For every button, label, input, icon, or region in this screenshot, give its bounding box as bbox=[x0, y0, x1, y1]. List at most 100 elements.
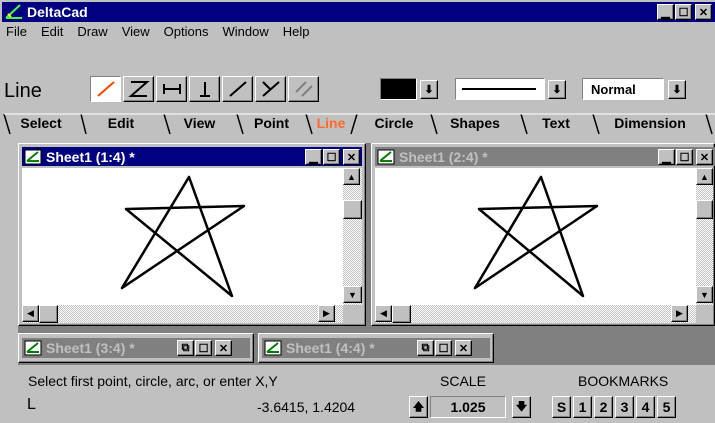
minimize-button[interactable]: ▁ bbox=[657, 4, 674, 20]
deltacad-logo-icon bbox=[5, 4, 22, 19]
scroll-thumb[interactable] bbox=[696, 200, 713, 219]
parallel-line-icon bbox=[294, 81, 313, 97]
angled-line-icon bbox=[228, 81, 247, 97]
menu-options[interactable]: Options bbox=[164, 24, 209, 42]
solid-line-icon bbox=[462, 88, 536, 90]
scroll-up-icon[interactable]: ▲ bbox=[696, 168, 713, 185]
scroll-down-icon[interactable]: ▼ bbox=[696, 286, 713, 303]
sheet4-title: Sheet1 (4:4) * bbox=[286, 340, 375, 356]
star-drawing bbox=[473, 175, 599, 298]
menu-window[interactable]: Window bbox=[222, 24, 268, 42]
scale-value-field[interactable]: 1.025 bbox=[430, 396, 506, 418]
sheet-document-icon bbox=[377, 149, 395, 164]
color-swatch[interactable] bbox=[380, 78, 417, 100]
minimized-sheet-4[interactable]: Sheet1 (4:4) * ⧉ ☐ ✕ bbox=[258, 333, 494, 363]
line-segment-icon bbox=[96, 81, 115, 97]
scroll-up-icon[interactable]: ▲ bbox=[343, 168, 360, 185]
sheet4-close-button[interactable]: ✕ bbox=[455, 340, 472, 356]
scroll-thumb[interactable] bbox=[39, 305, 58, 323]
vertical-line-icon bbox=[199, 82, 210, 97]
minimized-sheet-3[interactable]: Sheet1 (3:4) * ⧉ ☐ ✕ bbox=[18, 333, 254, 363]
menu-bar: File Edit Draw View Options Window Help bbox=[6, 24, 323, 42]
sheet4-restore-button[interactable]: ⧉ bbox=[417, 340, 434, 356]
bookmarks-label: BOOKMARKS bbox=[578, 373, 669, 389]
scroll-down-icon[interactable]: ▼ bbox=[343, 286, 362, 303]
bookmark-1-button[interactable]: 1 bbox=[573, 396, 592, 418]
app-titlebar: DeltaCad bbox=[2, 2, 715, 22]
line-style-field[interactable]: Normal bbox=[582, 78, 664, 100]
sheet3-restore-button[interactable]: ⧉ bbox=[177, 340, 194, 356]
sheet1-close-button[interactable]: ✕ bbox=[343, 149, 360, 165]
scale-value: 1.025 bbox=[450, 399, 486, 415]
sheet2-vertical-scrollbar[interactable]: ▲ ▼ bbox=[696, 168, 713, 305]
sheet-document-icon bbox=[24, 149, 42, 164]
color-dropdown-button[interactable]: ⬇ bbox=[420, 80, 438, 99]
sheet1-horizontal-scrollbar[interactable]: ◀ ▶ bbox=[22, 305, 343, 323]
sheet-window-1: Sheet1 (1:4) * ▁ ☐ ✕ ▲ ▼ ◀ ▶ bbox=[18, 143, 366, 326]
bookmark-set-button[interactable]: S bbox=[552, 396, 571, 418]
cursor-mark: L bbox=[27, 396, 36, 413]
sheet1-canvas[interactable] bbox=[22, 168, 343, 305]
scale-label: SCALE bbox=[440, 373, 486, 389]
tool-two-point-line[interactable] bbox=[90, 76, 121, 102]
menu-view[interactable]: View bbox=[122, 24, 150, 42]
sheet3-title: Sheet1 (3:4) * bbox=[46, 340, 135, 356]
tool-polyline[interactable] bbox=[123, 76, 154, 102]
line-type-dropdown-button[interactable]: ⬇ bbox=[548, 80, 566, 99]
perpendicular-line-icon bbox=[261, 81, 280, 97]
tool-angled-line[interactable] bbox=[222, 76, 253, 102]
mode-label: Line bbox=[4, 80, 42, 102]
scroll-left-icon[interactable]: ◀ bbox=[22, 305, 39, 322]
sheet3-close-button[interactable]: ✕ bbox=[215, 340, 232, 356]
sheet2-horizontal-scrollbar[interactable]: ◀ ▶ bbox=[375, 305, 696, 323]
scroll-thumb[interactable] bbox=[392, 305, 411, 323]
tool-vertical-line[interactable] bbox=[189, 76, 220, 102]
tab-strip: Select Edit View Point Line Circle Shape… bbox=[2, 110, 715, 138]
bookmark-5-button[interactable]: 5 bbox=[657, 396, 676, 418]
menu-file[interactable]: File bbox=[6, 24, 27, 42]
tool-perpendicular-line[interactable] bbox=[255, 76, 286, 102]
app-title: DeltaCad bbox=[27, 4, 88, 20]
scale-down-button[interactable]: 🡇 bbox=[512, 396, 531, 418]
tool-horizontal-line[interactable] bbox=[156, 76, 187, 102]
sheet2-title: Sheet1 (2:4) * bbox=[399, 148, 488, 165]
maximize-button[interactable]: ☐ bbox=[675, 4, 692, 20]
line-tools bbox=[90, 76, 319, 102]
status-prompt: Select first point, circle, arc, or ente… bbox=[28, 373, 278, 389]
scroll-thumb[interactable] bbox=[343, 200, 362, 219]
tool-parallel-line[interactable] bbox=[288, 76, 319, 102]
horizontal-line-icon bbox=[162, 84, 181, 94]
scroll-right-icon[interactable]: ▶ bbox=[671, 305, 688, 322]
sheet-document-icon bbox=[24, 340, 42, 356]
size-grip-icon[interactable] bbox=[343, 305, 362, 323]
sheet3-maximize-button[interactable]: ☐ bbox=[195, 340, 212, 356]
sheet-document-icon bbox=[264, 340, 282, 356]
bookmark-4-button[interactable]: 4 bbox=[636, 396, 655, 418]
menu-edit[interactable]: Edit bbox=[41, 24, 63, 42]
bookmark-3-button[interactable]: 3 bbox=[615, 396, 634, 418]
menu-help[interactable]: Help bbox=[283, 24, 310, 42]
sheet4-maximize-button[interactable]: ☐ bbox=[435, 340, 452, 356]
sheet2-close-button[interactable]: ✕ bbox=[696, 149, 713, 165]
sheet1-minimize-button[interactable]: ▁ bbox=[305, 149, 322, 165]
sheet1-title: Sheet1 (1:4) * bbox=[46, 148, 135, 165]
sheet2-minimize-button[interactable]: ▁ bbox=[658, 149, 675, 165]
sheet-window-2: Sheet1 (2:4) * ▁ ☐ ✕ ▲ ▼ ◀ ▶ bbox=[371, 143, 715, 326]
line-style-value: Normal bbox=[591, 81, 636, 97]
close-button[interactable]: ✕ bbox=[695, 4, 712, 20]
scroll-right-icon[interactable]: ▶ bbox=[318, 305, 335, 322]
sheet1-maximize-button[interactable]: ☐ bbox=[323, 149, 340, 165]
line-style-dropdown-button[interactable]: ⬇ bbox=[668, 80, 686, 99]
scroll-left-icon[interactable]: ◀ bbox=[375, 305, 392, 322]
sheet2-maximize-button[interactable]: ☐ bbox=[676, 149, 693, 165]
coordinates-readout: -3.6415, 1.4204 bbox=[257, 399, 356, 415]
menu-draw[interactable]: Draw bbox=[77, 24, 107, 42]
star-drawing bbox=[120, 175, 246, 298]
bookmark-buttons: S 1 2 3 4 5 bbox=[552, 396, 676, 418]
line-type-field[interactable] bbox=[455, 78, 545, 100]
sheet2-canvas[interactable] bbox=[375, 168, 696, 305]
tab-dividers bbox=[3, 113, 715, 135]
sheet1-vertical-scrollbar[interactable]: ▲ ▼ bbox=[343, 168, 362, 305]
scale-up-button[interactable]: 🡅 bbox=[409, 396, 428, 418]
bookmark-2-button[interactable]: 2 bbox=[594, 396, 613, 418]
